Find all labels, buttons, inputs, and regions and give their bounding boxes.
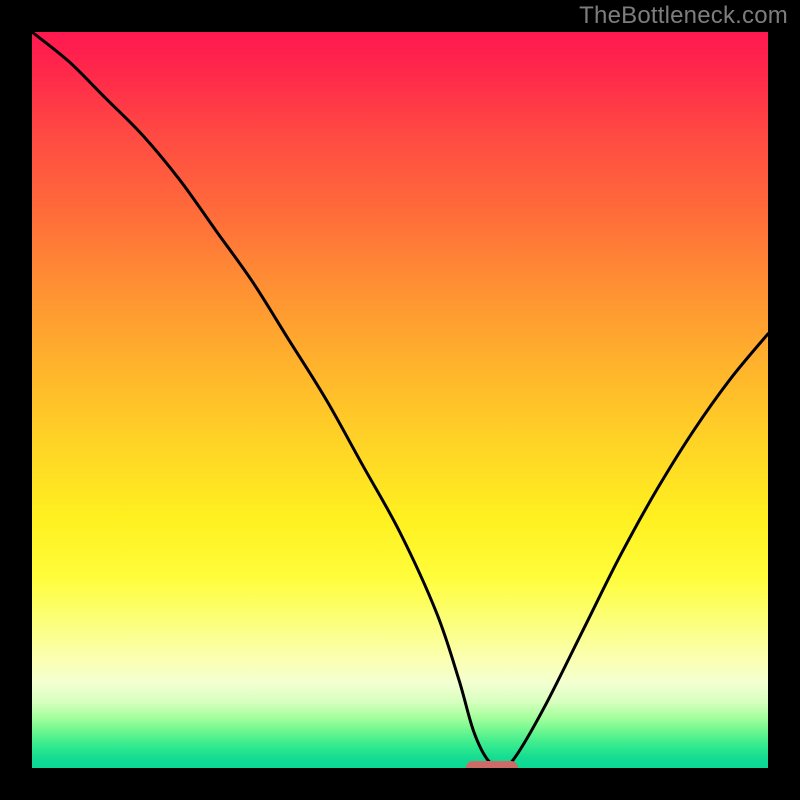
bottleneck-curve-path <box>32 32 768 768</box>
chart-frame: TheBottleneck.com <box>0 0 800 800</box>
plot-area <box>32 32 768 768</box>
optimal-marker <box>466 761 518 768</box>
watermark-text: TheBottleneck.com <box>579 2 788 30</box>
curve-svg <box>32 32 768 768</box>
